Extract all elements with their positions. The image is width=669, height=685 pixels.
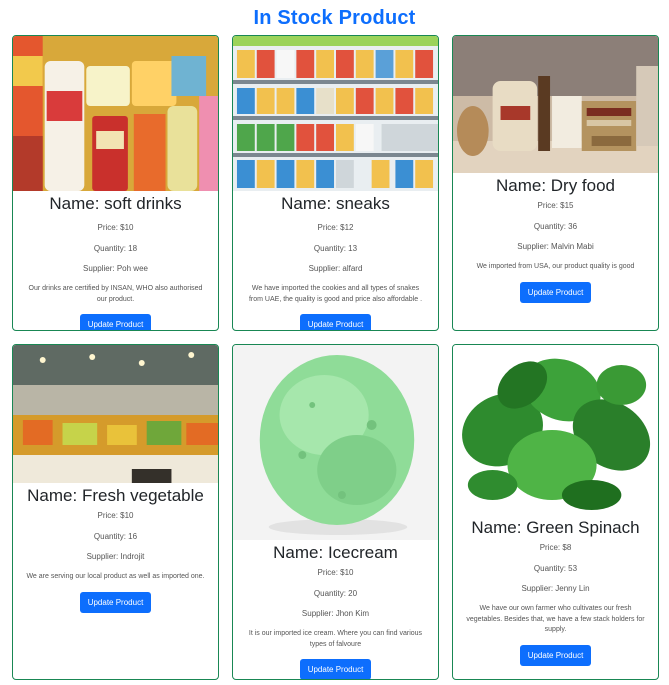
update-product-button[interactable]: Update Product xyxy=(519,281,592,303)
product-card: Name: Fresh vegetable Price: $10 Quantit… xyxy=(12,344,219,680)
product-name: Name: sneaks xyxy=(281,194,390,213)
product-name: Name: Icecream xyxy=(273,543,398,562)
product-supplier: Supplier: alfard xyxy=(308,264,363,274)
product-supplier: Supplier: Malvin Mabi xyxy=(517,242,594,252)
product-quantity: Quantity: 20 xyxy=(313,588,358,598)
update-product-button[interactable]: Update Product xyxy=(79,591,152,613)
snacks-shelf-image xyxy=(233,36,438,191)
product-quantity: Quantity: 36 xyxy=(533,221,578,231)
product-price: Price: $8 xyxy=(539,543,572,552)
product-supplier: Supplier: Jenny Lin xyxy=(521,584,590,594)
product-description: Our drinks are certified by INSAN, WHO a… xyxy=(28,284,203,303)
product-price: Price: $10 xyxy=(317,568,354,577)
product-description: We are serving our local product as well… xyxy=(26,572,205,580)
update-product-button[interactable]: Update Product xyxy=(79,314,152,330)
product-price: Price: $10 xyxy=(97,511,134,520)
dry-food-image xyxy=(453,36,658,173)
product-card: Name: Green Spinach Price: $8 Quantity: … xyxy=(452,344,659,680)
product-description: It is our imported ice cream. Where you … xyxy=(248,629,423,648)
product-quantity: Quantity: 53 xyxy=(533,563,578,573)
product-supplier: Supplier: Poh wee xyxy=(83,264,148,274)
product-price: Price: $15 xyxy=(537,201,574,210)
spinach-image xyxy=(453,345,658,515)
product-quantity: Quantity: 16 xyxy=(93,531,138,541)
product-quantity: Quantity: 18 xyxy=(93,243,138,253)
vegetable-market-image xyxy=(13,345,218,483)
page-title: In Stock Product xyxy=(253,7,416,29)
product-description: We imported from USA, our product qualit… xyxy=(476,262,635,270)
update-product-button[interactable]: Update Product xyxy=(299,659,372,679)
ice-cream-scoop-image xyxy=(233,345,438,540)
product-name: Name: Dry food xyxy=(495,176,616,195)
update-product-button[interactable]: Update Product xyxy=(299,314,372,330)
soft-drinks-image xyxy=(13,36,218,191)
product-card: Name: sneaks Price: $12 Quantity: 13 Sup… xyxy=(232,35,439,331)
product-quantity: Quantity: 13 xyxy=(313,243,358,253)
product-supplier: Supplier: Jhon Kim xyxy=(301,609,370,619)
product-card: Name: Icecream Price: $10 Quantity: 20 S… xyxy=(232,344,439,680)
product-name: Name: Fresh vegetable xyxy=(27,486,204,505)
product-supplier: Supplier: Indrojit xyxy=(86,552,145,562)
product-price: Price: $10 xyxy=(97,223,134,232)
product-description: We have our own farmer who cultivates ou… xyxy=(466,604,645,634)
product-card: Name: Dry food Price: $15 Quantity: 36 S… xyxy=(452,35,659,331)
update-product-button[interactable]: Update Product xyxy=(519,645,592,667)
product-description: We have imported the cookies and all typ… xyxy=(248,284,423,303)
product-price: Price: $12 xyxy=(317,223,354,232)
product-name: Name: soft drinks xyxy=(49,194,182,213)
product-card: Name: soft drinks Price: $10 Quantity: 1… xyxy=(12,35,219,331)
product-name: Name: Green Spinach xyxy=(471,518,640,537)
